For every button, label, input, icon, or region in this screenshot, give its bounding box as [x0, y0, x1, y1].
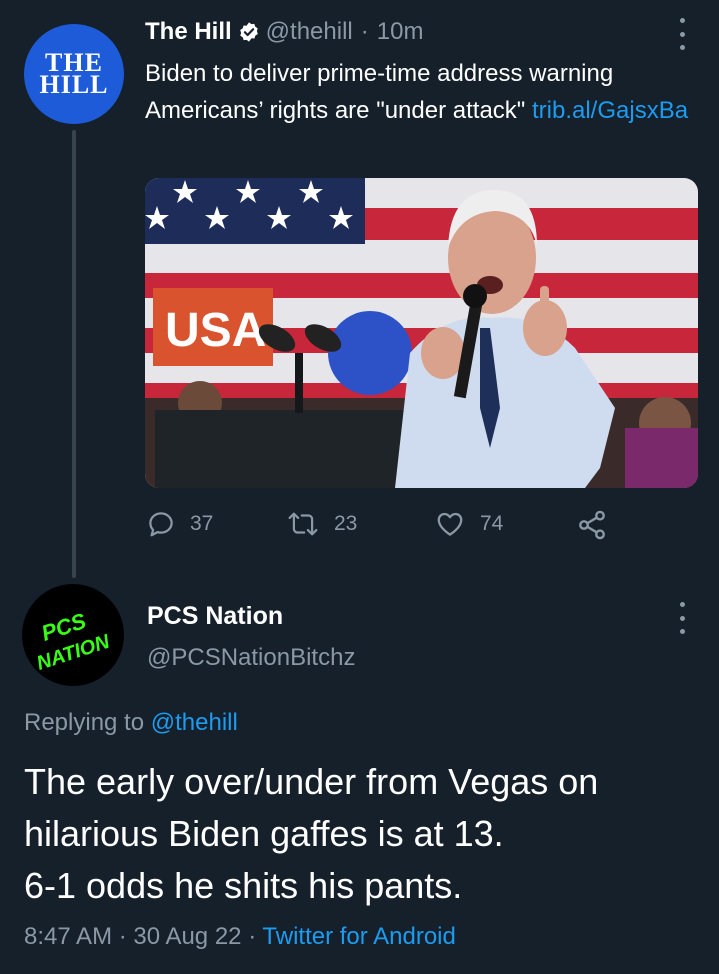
reply-count: 37 [190, 512, 214, 535]
retweet-count: 23 [334, 512, 358, 535]
share-action[interactable] [576, 509, 622, 541]
replying-label: Replying to [24, 709, 145, 736]
reply-tweet-body: The early over/under from Vegas on hilar… [24, 756, 704, 912]
reply-action[interactable]: 37 [146, 509, 213, 539]
reply-body-line: The early over/under from Vegas on [24, 761, 599, 802]
reply-more-options-icon[interactable] [678, 602, 686, 634]
tweet-link[interactable]: trib.al/GajsxBa [532, 97, 688, 124]
replying-handle-link[interactable]: @thehill [151, 709, 238, 736]
like-action[interactable]: 74 [434, 509, 503, 539]
avatar-pcs-nation[interactable]: PCS NATION [22, 584, 124, 686]
meta-separator: · [248, 923, 257, 950]
reply-timestamp-line: 8:47 AM · 30 Aug 22 · Twitter for Androi… [24, 920, 456, 954]
reply-date[interactable]: 30 Aug 22 [133, 923, 241, 950]
header-separator: · [360, 18, 369, 45]
like-count: 74 [480, 512, 504, 535]
like-icon [437, 512, 463, 536]
reply-body-line: hilarious Biden gaffes is at 13. [24, 813, 504, 854]
reply-time[interactable]: 8:47 AM [24, 923, 112, 950]
reply-author-handle[interactable]: @PCSNationBitchz [147, 642, 355, 674]
verified-badge-icon [239, 22, 258, 42]
meta-separator: · [118, 923, 127, 950]
retweet-action[interactable]: 23 [286, 509, 357, 539]
sign-text: USA [165, 304, 266, 357]
parent-tweet-header: The Hill @thehill · 10m [145, 16, 423, 48]
pcs-logo: PCS NATION [34, 608, 113, 675]
media-illustration: USA [145, 178, 698, 488]
retweet-icon [288, 512, 318, 536]
parent-tweet-text: Biden to deliver prime-time address warn… [145, 55, 705, 129]
tweet-source-link[interactable]: Twitter for Android [262, 923, 455, 950]
reply-author-name[interactable]: PCS Nation [147, 600, 283, 632]
author-name[interactable]: The Hill [145, 16, 232, 48]
share-icon [579, 510, 605, 540]
avatar-logo-line2: HILL [39, 70, 109, 99]
tweet-media-image[interactable]: USA [145, 178, 698, 488]
replying-to-line: Replying to @thehill [24, 707, 238, 739]
tweet-time[interactable]: 10m [377, 16, 424, 48]
more-options-icon[interactable] [678, 18, 686, 50]
avatar-the-hill[interactable]: THE HILL [24, 24, 124, 124]
thread-connector-line [72, 130, 76, 578]
reply-icon [149, 512, 173, 537]
author-handle[interactable]: @thehill [266, 16, 353, 48]
reply-body-line: 6-1 odds he shits his pants. [24, 865, 463, 906]
